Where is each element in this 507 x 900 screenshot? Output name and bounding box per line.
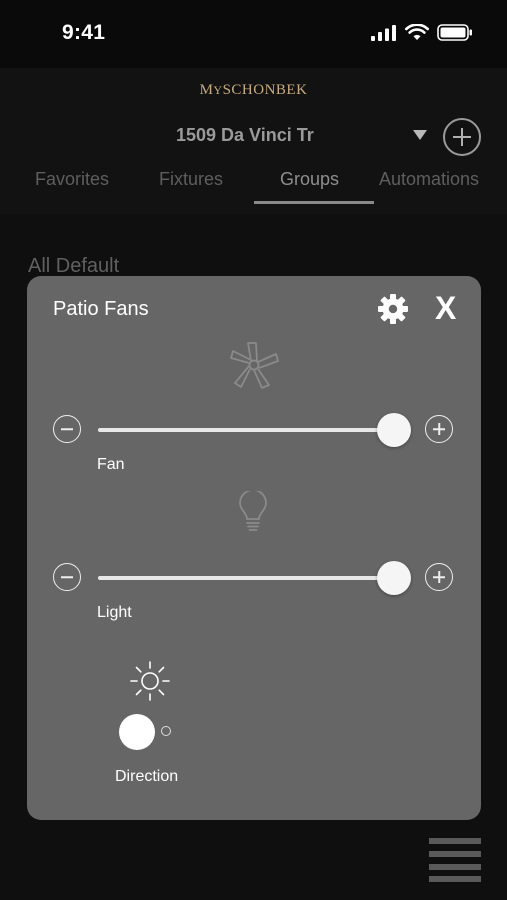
modal-title: Patio Fans [53, 298, 149, 320]
light-slider-track [98, 576, 394, 580]
status-bar: 9:41 [0, 0, 507, 68]
direction-toggle[interactable] [119, 714, 181, 750]
light-increase-button[interactable] [425, 563, 453, 591]
location-selector[interactable]: 1509 Da Vinci Tr [176, 125, 314, 146]
status-icons [371, 24, 473, 41]
direction-label: Direction [115, 768, 179, 785]
direction-toggle-off-indicator [161, 726, 171, 736]
tab-favorites[interactable]: Favorites [35, 169, 109, 190]
lightbulb-icon [239, 491, 267, 531]
light-slider[interactable] [98, 561, 411, 595]
direction-toggle-knob [119, 714, 155, 750]
fan-slider-thumb[interactable] [377, 413, 411, 447]
fan-slider-track [98, 428, 394, 432]
fan-increase-button[interactable] [425, 415, 453, 443]
light-label: Light [97, 604, 132, 621]
tab-fixtures[interactable]: Fixtures [159, 169, 223, 190]
app-header: MYSCHONBEK 1509 Da Vinci Tr Favorites Fi… [0, 68, 507, 215]
battery-icon [437, 24, 472, 41]
sun-icon [130, 661, 170, 701]
group-control-modal: Patio Fans X Fan Light Direction [27, 276, 481, 820]
brand-logo: MYSCHONBEK [199, 82, 308, 98]
gear-icon[interactable] [377, 293, 409, 325]
fan-label: Fan [97, 456, 125, 473]
light-slider-thumb[interactable] [377, 561, 411, 595]
fan-icon [230, 342, 279, 389]
signal-icon [371, 24, 396, 41]
light-decrease-button[interactable] [53, 563, 81, 591]
close-button[interactable]: X [435, 290, 456, 326]
fan-decrease-button[interactable] [53, 415, 81, 443]
chevron-down-icon[interactable] [413, 130, 427, 140]
active-tab-indicator [254, 201, 374, 204]
add-button[interactable] [443, 118, 481, 156]
tab-automations[interactable]: Automations [379, 169, 479, 190]
hamburger-menu-icon[interactable] [429, 838, 481, 882]
fan-slider[interactable] [98, 413, 411, 447]
status-time: 9:41 [62, 21, 106, 44]
wifi-icon [405, 24, 429, 40]
group-title[interactable]: All Default [28, 255, 119, 278]
tab-groups[interactable]: Groups [280, 169, 339, 190]
